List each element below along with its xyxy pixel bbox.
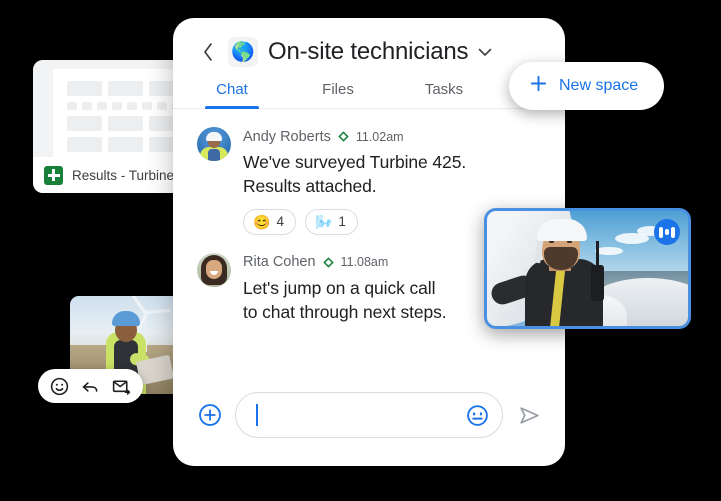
reaction-pill[interactable]: 😊 4	[243, 208, 296, 235]
message-composer	[173, 380, 565, 466]
message-text-line: Results attached.	[243, 175, 377, 196]
send-icon[interactable]	[517, 403, 542, 428]
message-time: 11.02am	[355, 129, 404, 144]
space-title: On-site technicians	[268, 38, 469, 65]
tab-tasks[interactable]: Tasks	[409, 81, 479, 108]
reaction-emoji: 🌬️	[314, 213, 333, 230]
safety-helmet	[537, 219, 587, 241]
tab-chat[interactable]: Chat	[197, 81, 267, 109]
space-globe-icon: 🌎	[228, 37, 258, 67]
new-space-label: New space	[559, 77, 639, 94]
message-meta: Rita Cohen 11.08am	[243, 254, 447, 271]
message-author: Rita Cohen	[243, 254, 316, 271]
chat-tabs: Chat Files Tasks	[173, 81, 565, 109]
message-text-line: Let's jump on a quick call	[243, 277, 436, 298]
radio-antenna	[596, 241, 599, 267]
video-cloud	[595, 247, 623, 255]
green-diamond-icon	[322, 257, 334, 268]
message-body: Rita Cohen 11.08am Let's jump on a quick…	[243, 253, 447, 325]
avatar[interactable]	[197, 127, 231, 161]
message-action-bar[interactable]	[38, 369, 143, 403]
message-input-wrapper[interactable]	[235, 392, 503, 438]
sheets-card-footer: Results - Turbine 4	[33, 157, 193, 193]
message-text-line: to chat through next steps.	[243, 301, 447, 322]
reaction-pill[interactable]: 🌬️ 1	[304, 208, 358, 235]
message-text: We've surveyed Turbine 425. Results atta…	[243, 151, 466, 199]
back-chevron-icon[interactable]	[197, 41, 219, 63]
message-meta: Andy Roberts 11.02am	[243, 128, 466, 145]
google-sheets-icon	[44, 165, 63, 185]
emoji-smiley-icon[interactable]	[465, 403, 490, 428]
reaction-count: 4	[276, 214, 284, 230]
plus-circle-icon[interactable]	[197, 402, 223, 428]
sheets-file-name: Results - Turbine 4	[72, 167, 186, 183]
video-call-tile[interactable]	[484, 208, 691, 329]
message-text: Let's jump on a quick call to chat throu…	[243, 277, 447, 325]
worker-hard-hat	[112, 311, 140, 326]
tab-files[interactable]: Files	[303, 81, 373, 108]
emoji-reaction-icon[interactable]	[49, 376, 70, 397]
plus-icon	[529, 74, 548, 98]
sheets-file-card[interactable]: Results - Turbine 4	[33, 60, 193, 193]
avatar[interactable]	[197, 252, 231, 287]
green-diamond-icon	[338, 131, 349, 142]
message-author: Andy Roberts	[243, 128, 331, 145]
forward-envelope-icon[interactable]	[111, 376, 132, 397]
chat-header: 🌎 On-site technicians	[173, 18, 565, 67]
reaction-emoji: 😊	[253, 213, 271, 230]
reaction-list: 😊 4 🌬️ 1	[243, 208, 466, 235]
message-body: Andy Roberts 11.02am We've surveyed Turb…	[243, 127, 466, 235]
sheets-preview	[33, 60, 193, 157]
sheets-grid-placeholder	[53, 69, 193, 157]
reaction-count: 1	[338, 214, 346, 230]
message-input[interactable]	[258, 393, 459, 437]
chevron-down-icon[interactable]	[478, 48, 492, 57]
radio-device	[591, 265, 604, 301]
new-space-button[interactable]: New space	[509, 62, 665, 110]
message-text-line: We've surveyed Turbine 425.	[243, 152, 467, 172]
reply-arrow-icon[interactable]	[80, 376, 101, 397]
message-time: 11.08am	[340, 255, 389, 270]
audio-waveform-icon	[654, 219, 680, 245]
